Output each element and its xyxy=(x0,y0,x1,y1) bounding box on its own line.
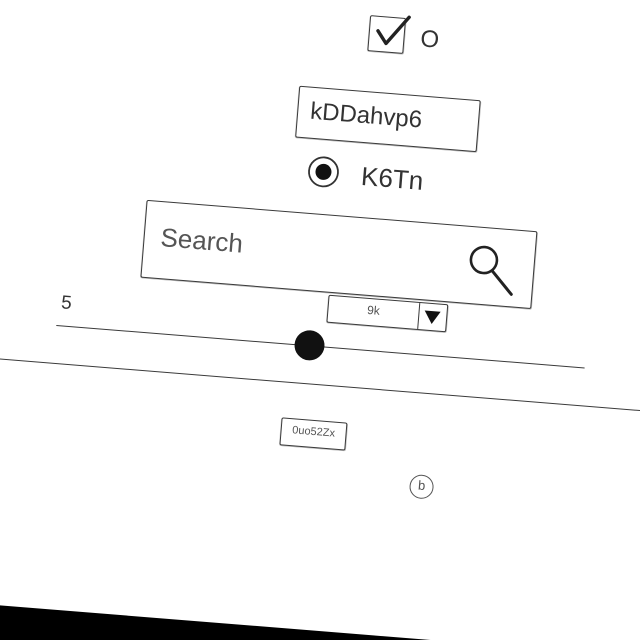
search-icon[interactable] xyxy=(459,236,524,301)
dropdown-value: 9k xyxy=(366,302,381,318)
option-checkbox[interactable] xyxy=(367,15,411,54)
slider-thumb[interactable] xyxy=(293,329,327,362)
sketch-canvas: O kDDahvp6 K6Tn Search 9k 5 0uo52Zx b xyxy=(0,0,640,640)
text-input-value: kDDahvp6 xyxy=(309,97,424,134)
circle-badge[interactable]: b xyxy=(408,473,435,500)
search-placeholder: Search xyxy=(159,222,245,259)
small-text-box-value: 0uo52Zx xyxy=(291,424,336,440)
search-box[interactable]: Search xyxy=(140,199,538,309)
text-input[interactable]: kDDahvp6 xyxy=(295,85,481,153)
slider-value-label: 5 xyxy=(60,292,73,315)
small-text-box[interactable]: 0uo52Zx xyxy=(279,417,348,451)
option-radio[interactable] xyxy=(305,154,342,191)
radio-label: K6Tn xyxy=(360,160,425,196)
screen-frame: O kDDahvp6 K6Tn Search 9k 5 0uo52Zx b xyxy=(0,0,640,640)
check-icon xyxy=(376,15,411,46)
chevron-down-icon[interactable] xyxy=(423,310,441,325)
checkbox-label: O xyxy=(419,25,441,54)
radio-selected-icon xyxy=(308,156,339,188)
